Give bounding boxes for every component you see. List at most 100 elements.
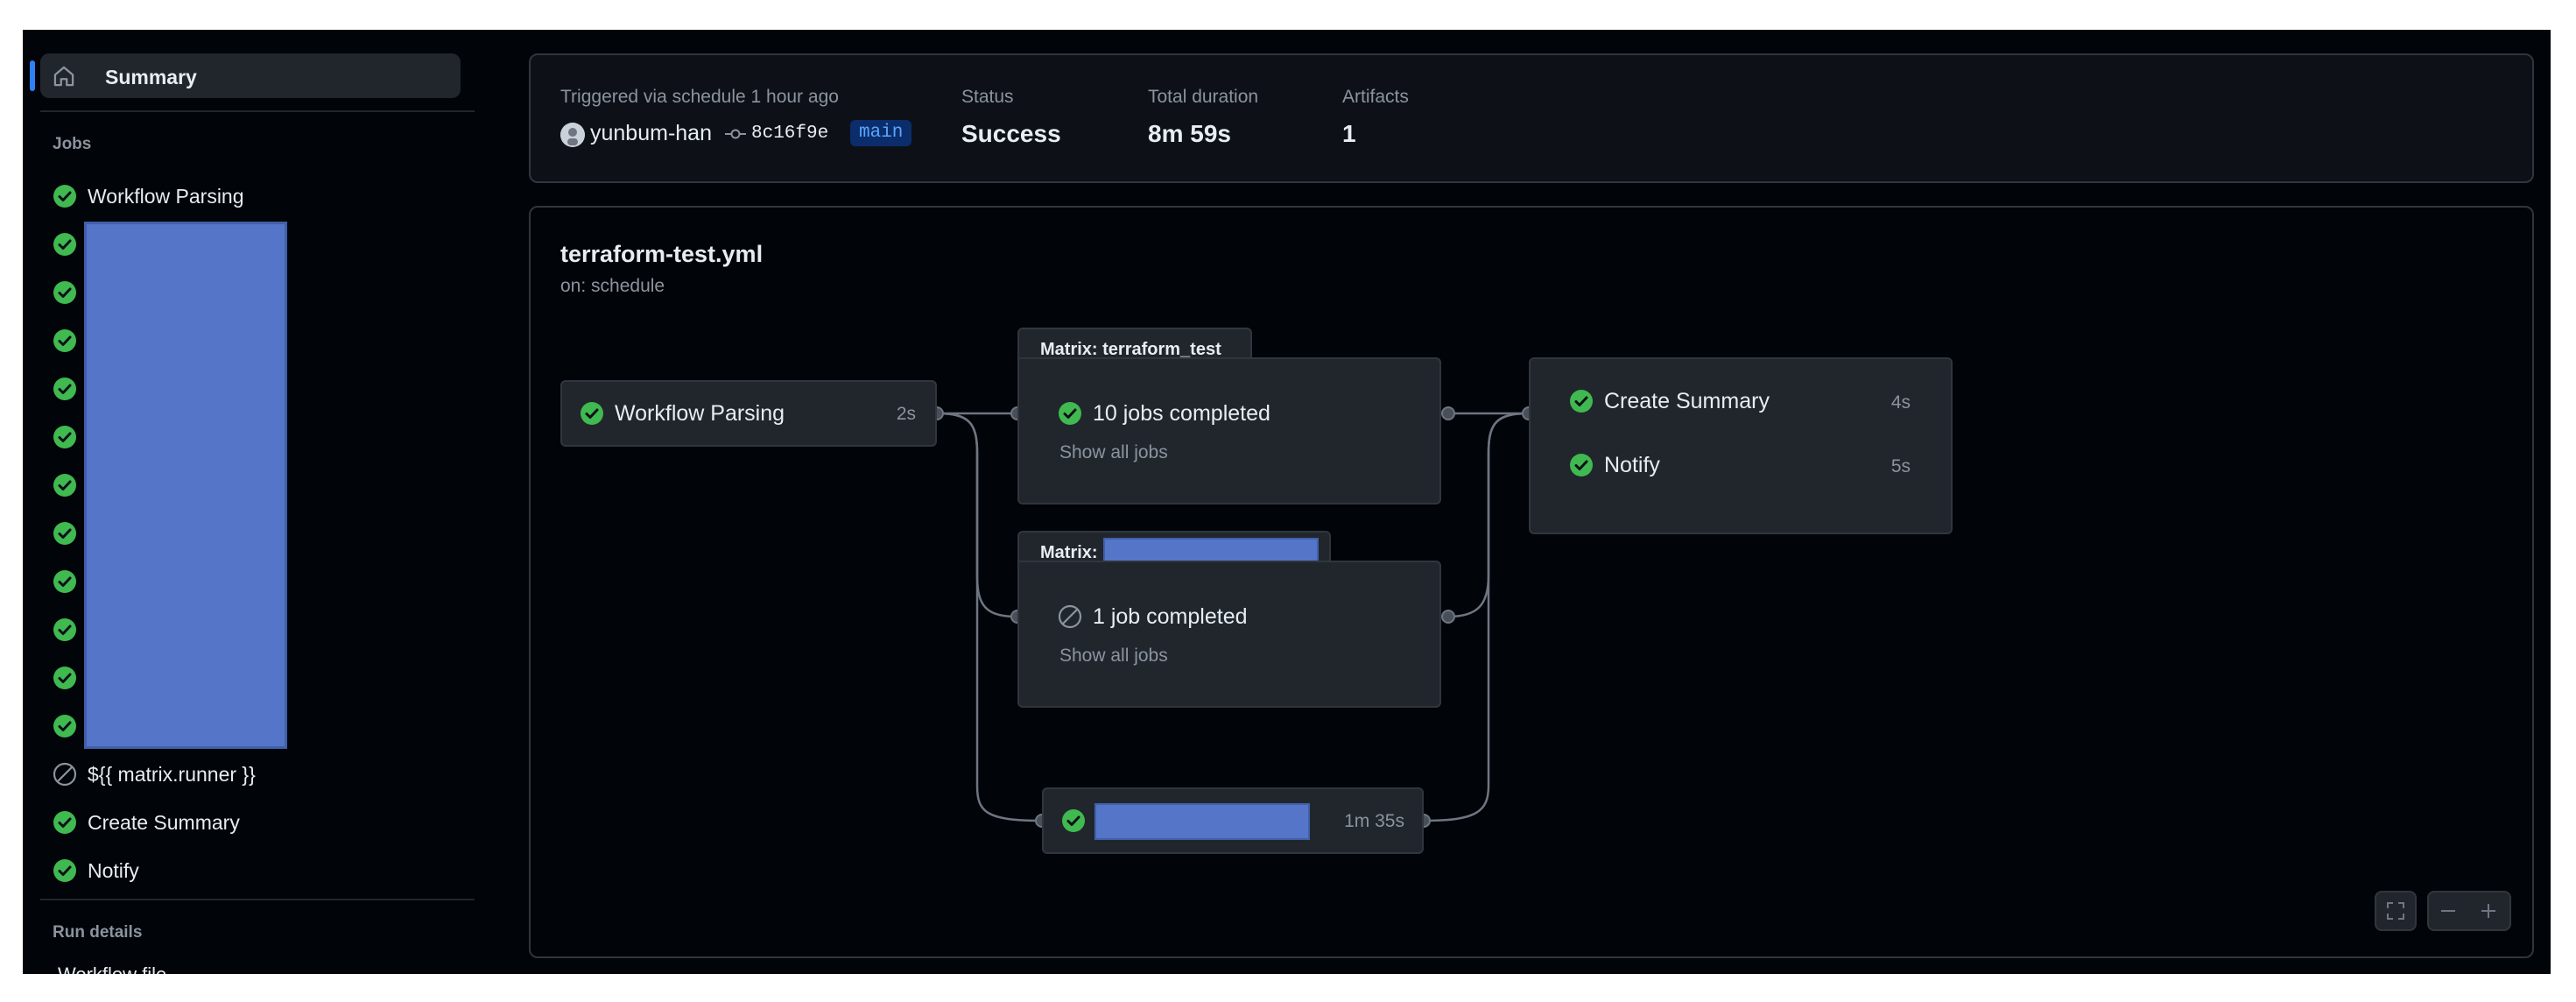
job-node-workflow-parsing[interactable]: Workflow Parsing 2s xyxy=(560,380,937,447)
check-circle-fill-icon xyxy=(1569,389,1594,413)
check-circle-fill-icon xyxy=(53,810,77,835)
check-circle-fill-icon xyxy=(53,858,77,883)
matrix-summary[interactable]: 1 job completed xyxy=(1093,604,1248,630)
sidebar-job-item[interactable] xyxy=(53,275,88,310)
sidebar-item-label: Summary xyxy=(105,66,197,88)
zoom-out-button[interactable] xyxy=(2429,893,2467,929)
branch-badge[interactable]: main xyxy=(850,120,912,146)
sidebar-item-workflow-file[interactable]: Workflow file xyxy=(58,963,233,974)
sidebar-job-item[interactable]: ${{ matrix.runner }} xyxy=(53,757,256,792)
sidebar-job-label: Notify xyxy=(88,858,139,882)
skip-circle-icon xyxy=(53,762,77,787)
check-circle-fill-icon xyxy=(53,328,77,353)
screen-full-icon xyxy=(2387,902,2404,920)
matrix-node-redacted: 1 job completed Show all jobs xyxy=(1017,561,1441,708)
job-node-duration: 1m 35s xyxy=(1344,811,1404,831)
job-node-duration: 4s xyxy=(1890,392,1911,413)
show-all-jobs-link[interactable]: Show all jobs xyxy=(1059,646,1168,667)
fullscreen-button[interactable] xyxy=(2376,893,2415,929)
artifacts-value[interactable]: 1 xyxy=(1342,120,1356,148)
zoom-in-button[interactable] xyxy=(2469,893,2508,929)
matrix-tab: Matrix: terraform_test xyxy=(1017,328,1252,359)
divider xyxy=(40,110,475,112)
sidebar-job-item[interactable] xyxy=(53,660,88,695)
check-circle-fill-icon xyxy=(1058,401,1082,426)
matrix-summary[interactable]: 10 jobs completed xyxy=(1093,401,1270,427)
status-label: Status xyxy=(961,87,1014,107)
sidebar-job-item[interactable] xyxy=(53,468,88,503)
connector-node xyxy=(1441,610,1455,624)
sidebar-job-item[interactable] xyxy=(53,227,88,262)
check-circle-fill-icon xyxy=(53,666,77,690)
show-all-jobs-link[interactable]: Show all jobs xyxy=(1059,442,1168,463)
matrix-node-terraform-test: 10 jobs completed Show all jobs xyxy=(1017,357,1441,505)
redacted-region xyxy=(84,222,287,749)
job-node-duration: 5s xyxy=(1890,456,1911,476)
divider xyxy=(40,899,475,900)
job-node-label: Workflow Parsing xyxy=(615,401,785,426)
sidebar-job-item[interactable] xyxy=(53,564,88,599)
check-circle-fill-icon xyxy=(53,425,77,449)
job-node-redacted[interactable]: 1m 35s xyxy=(1042,787,1424,854)
check-circle-fill-icon xyxy=(53,473,77,497)
git-commit-icon xyxy=(725,129,746,139)
workflow-graph-card: terraform-test.yml on: schedule Workflow… xyxy=(529,206,2534,958)
sidebar-item-label: Workflow file xyxy=(58,963,166,974)
sidebar-item-summary[interactable]: Summary xyxy=(30,53,461,98)
sidebar-job-label: Create Summary xyxy=(88,810,240,834)
check-circle-fill-icon xyxy=(53,714,77,738)
active-indicator xyxy=(30,60,35,91)
duration-label: Total duration xyxy=(1148,87,1259,107)
sidebar-job-item[interactable] xyxy=(53,323,88,358)
check-circle-fill-icon xyxy=(53,280,77,305)
job-node[interactable]: Notify 5s xyxy=(1531,449,1951,484)
actor-link[interactable]: yunbum-han xyxy=(590,121,712,146)
connector-node xyxy=(1441,406,1455,420)
sidebar-job-item[interactable] xyxy=(53,516,88,551)
sidebar-job-item[interactable]: Notify xyxy=(53,853,139,888)
sidebar-job-item[interactable] xyxy=(53,420,88,455)
job-node[interactable]: Create Summary 4s xyxy=(1531,385,1951,420)
home-icon xyxy=(53,66,74,87)
dash-icon xyxy=(2441,910,2455,912)
matrix-tab: Matrix: xyxy=(1017,531,1331,575)
workflow-run-page: Summary Jobs Workflow Parsing ${{ matrix.… xyxy=(23,30,2551,974)
sidebar-job-item[interactable]: Create Summary xyxy=(53,805,240,840)
graph-connectors xyxy=(930,406,1536,828)
check-circle-fill-icon xyxy=(580,401,604,426)
check-circle-fill-icon xyxy=(53,521,77,546)
check-circle-fill-icon xyxy=(53,232,77,257)
plus-icon xyxy=(2481,904,2495,918)
jobs-heading: Jobs xyxy=(53,135,92,153)
sidebar-job-label: Workflow Parsing xyxy=(88,184,244,208)
check-circle-fill-icon xyxy=(53,184,77,208)
avatar[interactable] xyxy=(560,123,585,147)
artifacts-label: Artifacts xyxy=(1342,87,1409,107)
sidebar-job-item[interactable] xyxy=(53,709,88,744)
check-circle-fill-icon xyxy=(53,617,77,642)
job-node-label: Notify xyxy=(1604,453,1660,477)
job-group-final: Create Summary 4s Notify 5s xyxy=(1529,357,1953,534)
zoom-controls xyxy=(2427,891,2511,931)
redacted-region xyxy=(1094,803,1310,840)
trigger-text: Triggered via schedule 1 hour ago xyxy=(560,87,839,107)
status-value: Success xyxy=(961,120,1061,147)
commit-sha-link[interactable]: 8c16f9e xyxy=(751,123,828,144)
sidebar-job-label: ${{ matrix.runner }} xyxy=(88,762,256,786)
duration-value: 8m 59s xyxy=(1148,120,1231,147)
skip-circle-icon xyxy=(1058,604,1082,629)
check-circle-fill-icon xyxy=(1569,453,1594,477)
job-node-label: Create Summary xyxy=(1604,389,1770,413)
check-circle-fill-icon xyxy=(53,377,77,401)
sidebar-job-item[interactable] xyxy=(53,612,88,647)
sidebar-job-item[interactable] xyxy=(53,371,88,406)
job-node-duration: 2s xyxy=(896,404,916,424)
check-circle-fill-icon xyxy=(1061,808,1086,833)
sidebar-job-item[interactable]: Workflow Parsing xyxy=(53,179,244,214)
fullscreen-control xyxy=(2375,891,2417,931)
avatar-image xyxy=(560,123,585,147)
run-summary-card: Triggered via schedule 1 hour ago yunbum… xyxy=(529,53,2534,183)
run-details-heading: Run details xyxy=(53,923,143,942)
check-circle-fill-icon xyxy=(53,569,77,594)
sidebar: Summary Jobs Workflow Parsing ${{ matrix.… xyxy=(23,30,475,974)
